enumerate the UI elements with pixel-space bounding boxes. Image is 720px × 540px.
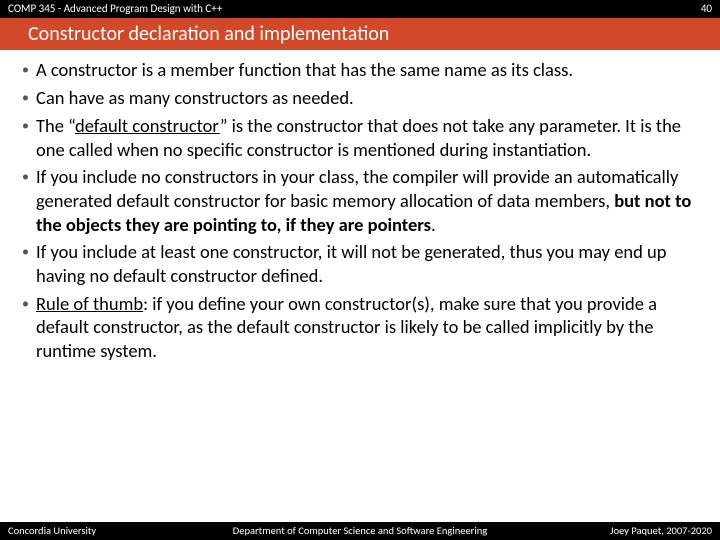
top-bar: COMP 345 - Advanced Program Design with … [0,0,720,18]
bullet-dot: • [22,86,36,110]
slide: COMP 345 - Advanced Program Design with … [0,0,720,540]
bullet-text: Rule of thumb: if you define your own co… [36,292,698,363]
content-area: • A constructor is a member function tha… [0,50,720,363]
bullet-text: Can have as many constructors as needed. [36,86,698,110]
bullet-dot: • [22,292,36,363]
bullet-dot: • [22,114,36,161]
text-fragment: The “ [36,114,75,137]
bullet-dot: • [22,240,36,287]
bullet-item: • Rule of thumb: if you define your own … [22,292,698,363]
bullet-text: If you include no constructors in your c… [36,165,698,236]
bullet-item: • Can have as many constructors as neede… [22,86,698,110]
slide-number: 40 [701,0,712,18]
bullet-item: • If you include no constructors in your… [22,165,698,236]
text-fragment: . [431,213,436,236]
underline-text: default constructor [75,114,220,137]
bullet-text: A constructor is a member function that … [36,58,698,82]
bullet-text: The “default constructor” is the constru… [36,114,698,161]
bullet-dot: • [22,58,36,82]
title-bar: Constructor declaration and implementati… [0,18,720,50]
bullet-dot: • [22,165,36,236]
course-label: COMP 345 - Advanced Program Design with … [8,0,222,18]
bullet-item: • A constructor is a member function tha… [22,58,698,82]
footer-bar: Concordia University Department of Compu… [0,522,720,540]
footer-right: Joey Paquet, 2007-2020 [610,522,712,540]
bullet-item: • If you include at least one constructo… [22,240,698,287]
text-fragment: If you include no constructors in your c… [36,165,678,212]
footer-center: Department of Computer Science and Softw… [233,522,487,540]
bullet-text: If you include at least one constructor,… [36,240,698,287]
footer-left: Concordia University [8,522,96,540]
bullet-item: • The “default constructor” is the const… [22,114,698,161]
slide-title: Constructor declaration and implementati… [28,22,389,46]
underline-text: Rule of thumb [36,292,143,315]
